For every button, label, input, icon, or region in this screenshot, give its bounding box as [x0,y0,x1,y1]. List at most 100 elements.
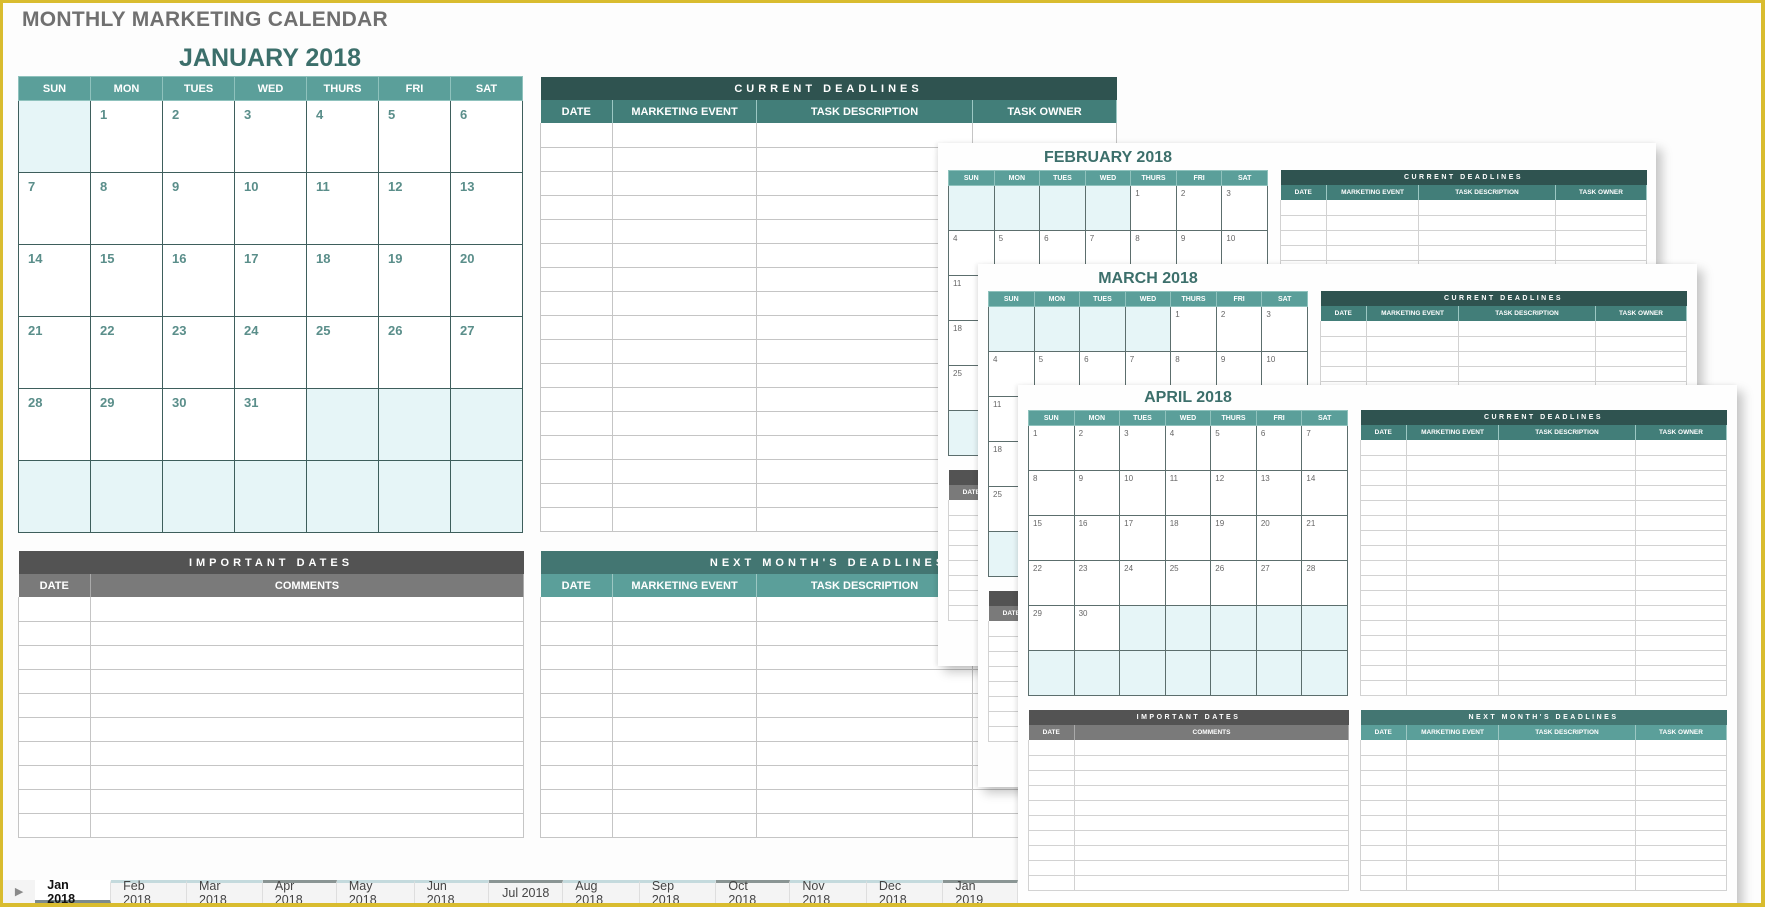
table-cell[interactable] [540,267,613,292]
table-cell[interactable] [540,243,613,268]
table-cell[interactable] [1074,740,1349,756]
table-cell[interactable] [540,507,613,532]
calendar-day-cell[interactable]: 26 [1210,560,1257,606]
table-cell[interactable] [90,765,524,790]
table-cell[interactable] [1406,755,1499,771]
calendar-day-cell[interactable]: 24 [1119,560,1166,606]
table-cell[interactable] [1406,845,1499,861]
table-cell[interactable] [1418,215,1556,231]
calendar-day-cell[interactable]: 21 [18,316,91,389]
table-cell[interactable] [1555,200,1647,216]
calendar-empty-cell[interactable] [306,460,379,533]
table-cell[interactable] [1280,230,1327,246]
calendar-empty-cell[interactable] [1039,185,1086,231]
table-cell[interactable] [1074,860,1349,876]
table-cell[interactable] [1635,845,1728,861]
table-cell[interactable] [612,243,757,268]
calendar-day-cell[interactable]: 17 [1119,515,1166,561]
table-cell[interactable] [612,621,757,646]
table-cell[interactable] [540,459,613,484]
table-cell[interactable] [90,741,524,766]
table-cell[interactable] [756,813,973,838]
table-cell[interactable] [540,741,613,766]
calendar-empty-cell[interactable] [948,185,995,231]
calendar-day-cell[interactable]: 10 [234,172,307,245]
table-cell[interactable] [540,219,613,244]
table-cell[interactable] [1406,635,1499,651]
table-cell[interactable] [540,597,613,622]
calendar-day-cell[interactable]: 27 [450,316,523,389]
table-cell[interactable] [1360,665,1407,681]
table-cell[interactable] [1498,560,1636,576]
sheet-tab[interactable]: Dec 2018 [866,879,944,907]
table-cell[interactable] [1635,620,1727,636]
table-cell[interactable] [1498,440,1636,456]
table-cell[interactable] [1498,635,1636,651]
table-cell[interactable] [1406,590,1499,606]
table-cell[interactable] [1635,605,1727,621]
calendar-empty-cell[interactable] [18,100,91,173]
table-cell[interactable] [90,813,524,838]
calendar-day-cell[interactable]: 25 [1164,560,1212,606]
calendar-day-cell[interactable]: 4 [1164,425,1212,471]
table-cell[interactable] [90,789,524,814]
table-cell[interactable] [540,435,613,460]
table-cell[interactable] [612,645,757,670]
calendar-empty-cell[interactable] [306,388,379,461]
table-cell[interactable] [1074,785,1349,801]
calendar-day-cell[interactable]: 28 [1301,560,1348,606]
april-sheet-thumbnail[interactable]: APRIL 2018 SUN MON TUES WED THURS FRI SAT 1 2 3 4 5… [1018,385,1737,907]
calendar-day-cell[interactable]: 30 [162,388,235,461]
sheet-tab[interactable]: Apr 2018 [262,879,337,907]
calendar-day-cell[interactable]: 2 [162,100,235,173]
calendar-day-cell[interactable]: 18 [306,244,379,317]
table-cell[interactable] [90,669,524,694]
calendar-day-cell[interactable]: 1 [90,100,163,173]
table-cell[interactable] [1498,875,1636,891]
calendar-empty-cell[interactable] [1210,605,1257,651]
sheet-tab[interactable]: Jul 2018 [489,880,564,903]
table-cell[interactable] [1635,815,1728,831]
calendar-day-cell[interactable]: 2 [1073,425,1121,471]
calendar-day-cell[interactable]: 13 [450,172,523,245]
table-cell[interactable] [756,693,973,718]
table-cell[interactable] [1360,440,1407,456]
table-cell[interactable] [1498,455,1636,471]
calendar-empty-cell[interactable] [1164,650,1212,696]
table-cell[interactable] [18,741,91,766]
calendar-day-cell[interactable]: 15 [1028,515,1075,561]
table-cell[interactable] [1498,800,1636,816]
calendar-day-cell[interactable]: 24 [234,316,307,389]
table-cell[interactable] [1366,321,1459,337]
table-cell[interactable] [612,483,757,508]
calendar-day-cell[interactable]: 14 [1301,470,1348,516]
table-cell[interactable] [612,339,757,364]
table-cell[interactable] [1635,470,1727,486]
calendar-day-cell[interactable]: 16 [1073,515,1121,561]
calendar-day-cell[interactable]: 17 [234,244,307,317]
table-cell[interactable] [540,147,613,172]
table-cell[interactable] [1326,215,1419,231]
table-cell[interactable] [1028,740,1075,756]
calendar-day-cell[interactable]: 3 [1119,425,1166,471]
table-cell[interactable] [1360,545,1407,561]
table-cell[interactable] [1320,366,1367,382]
table-cell[interactable] [1360,785,1407,801]
table-cell[interactable] [540,195,613,220]
calendar-day-cell[interactable]: 23 [1073,560,1121,606]
table-cell[interactable] [612,123,757,148]
table-cell[interactable] [540,483,613,508]
table-cell[interactable] [1360,485,1407,501]
table-cell[interactable] [1360,590,1407,606]
table-cell[interactable] [1028,770,1075,786]
table-cell[interactable] [612,315,757,340]
table-cell[interactable] [540,123,613,148]
table-cell[interactable] [1635,500,1727,516]
table-cell[interactable] [18,765,91,790]
table-cell[interactable] [1406,740,1499,756]
table-cell[interactable] [1406,560,1499,576]
table-cell[interactable] [1406,455,1499,471]
table-cell[interactable] [1320,321,1367,337]
table-cell[interactable] [540,387,613,412]
sheet-tab[interactable]: May 2018 [336,879,415,907]
